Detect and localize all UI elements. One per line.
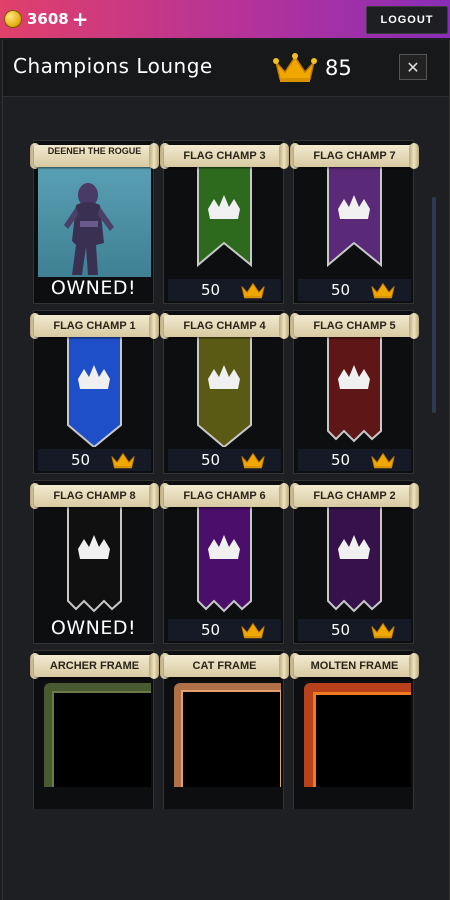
price-bar[interactable]: 50 [298,449,411,471]
item-card-flag-champ-1[interactable]: FLAG CHAMP 1 50 [30,310,159,474]
item-card-deeneh[interactable]: DEENEH THE ROGUE OWNED! [30,140,159,304]
price-bar[interactable]: 50 [168,449,281,471]
item-name: FLAG CHAMP 2 [313,490,396,502]
item-card-flag-champ-6[interactable]: FLAG CHAMP 6 50 [160,480,289,644]
item-name-banner: FLAG CHAMP 3 [158,139,291,173]
crown-icon [241,622,265,639]
coin-icon [4,10,22,28]
crown-icon [241,282,265,299]
item-name: ARCHER FRAME [49,660,140,672]
owned-label: OWNED! [50,617,137,639]
flag-preview [38,505,151,617]
crown-icon [241,452,265,469]
frame-preview [168,675,281,787]
item-name-banner: FLAG CHAMP 8 [28,479,161,513]
add-coins-button[interactable]: + [72,9,89,29]
price-bar[interactable]: 50 [298,619,411,641]
crown-icon [111,452,135,469]
price-value: 50 [200,451,221,469]
crown-count: 85 [325,56,352,80]
item-name-banner: FLAG CHAMP 7 [288,139,421,173]
item-card-molten-frame[interactable]: MOLTEN FRAME [290,650,419,809]
item-name: MOLTEN FRAME [310,660,399,672]
crown-balance: 85 [273,52,352,84]
price-value: 50 [200,281,221,299]
flag-preview [298,505,411,617]
coin-count: 3608 [27,10,69,28]
item-name: DEENEH THE ROGUE [47,146,142,156]
frame-preview [38,675,151,787]
item-name: FLAG CHAMP 4 [183,320,266,332]
price-value: 50 [330,451,351,469]
item-name-banner: FLAG CHAMP 6 [158,479,291,513]
item-name-banner: MOLTEN FRAME [288,649,421,683]
item-name: FLAG CHAMP 3 [183,150,266,162]
item-name-banner: DEENEH THE ROGUE [28,139,161,173]
flag-preview [168,165,281,277]
crown-icon [273,53,317,82]
crown-icon [371,282,395,299]
price-bar[interactable]: 50 [168,279,281,301]
price-value: 50 [70,451,91,469]
top-bar: 3608 + LOGOUT [0,0,450,38]
item-card-flag-champ-7[interactable]: FLAG CHAMP 7 50 [290,140,419,304]
logout-button[interactable]: LOGOUT [366,6,448,34]
price-value: 50 [330,621,351,639]
price-bar[interactable]: 50 [38,449,151,471]
item-card-flag-champ-8[interactable]: FLAG CHAMP 8 OWNED! [30,480,159,644]
item-name: FLAG CHAMP 5 [313,320,396,332]
flag-preview [298,335,411,447]
close-button[interactable]: ✕ [399,54,427,80]
item-card-flag-champ-5[interactable]: FLAG CHAMP 5 50 [290,310,419,474]
frame-preview [298,675,411,787]
item-card-cat-frame[interactable]: CAT FRAME [160,650,289,809]
scrollbar[interactable] [432,197,436,413]
item-card-flag-champ-2[interactable]: FLAG CHAMP 2 50 [290,480,419,644]
item-name: CAT FRAME [192,660,257,672]
item-card-flag-champ-3[interactable]: FLAG CHAMP 3 50 [160,140,289,304]
price-bar[interactable]: 50 [298,279,411,301]
coin-balance[interactable]: 3608 + [4,6,89,32]
flag-preview [168,505,281,617]
crown-icon [371,622,395,639]
character-portrait [38,165,151,277]
price-value: 50 [330,281,351,299]
item-name-banner: FLAG CHAMP 5 [288,309,421,343]
item-name-banner: FLAG CHAMP 1 [28,309,161,343]
item-name: FLAG CHAMP 7 [313,150,396,162]
panel-header: Champions Lounge 85 ✕ [3,40,449,97]
champions-lounge-panel: Champions Lounge 85 ✕ DEENEH THE ROGUE O… [2,40,450,900]
item-grid[interactable]: DEENEH THE ROGUE OWNED! FLAG CHAMP 3 50 [3,97,449,809]
item-name: FLAG CHAMP 1 [53,320,136,332]
page-title: Champions Lounge [13,54,213,78]
price-value: 50 [200,621,221,639]
item-name-banner: ARCHER FRAME [28,649,161,683]
item-card-archer-frame[interactable]: ARCHER FRAME [30,650,159,809]
owned-label: OWNED! [50,277,137,299]
item-name-banner: CAT FRAME [158,649,291,683]
flag-preview [168,335,281,447]
item-name: FLAG CHAMP 8 [53,490,136,502]
item-name-banner: FLAG CHAMP 4 [158,309,291,343]
item-name-banner: FLAG CHAMP 2 [288,479,421,513]
item-card-flag-champ-4[interactable]: FLAG CHAMP 4 50 [160,310,289,474]
item-name: FLAG CHAMP 6 [183,490,266,502]
price-bar[interactable]: 50 [168,619,281,641]
flag-preview [38,335,151,447]
flag-preview [298,165,411,277]
crown-icon [371,452,395,469]
